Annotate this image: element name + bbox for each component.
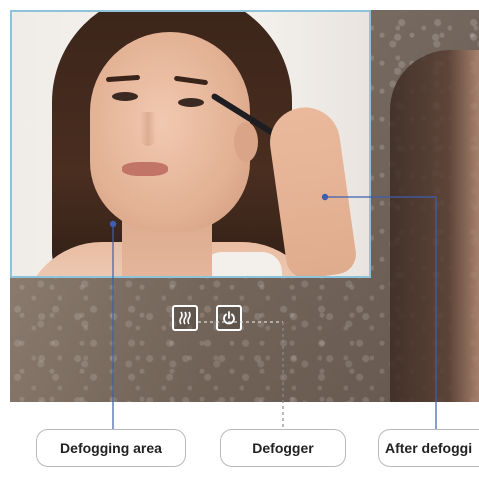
power-icon <box>223 311 235 325</box>
portrait-face <box>90 32 250 232</box>
portrait-ear <box>234 122 258 162</box>
defogging-area-region <box>10 10 371 278</box>
label-after-defogging: After defoggi <box>378 429 479 467</box>
defog-heater-icon <box>179 311 191 325</box>
portrait-lips <box>122 162 168 176</box>
portrait-eye-right <box>178 98 204 107</box>
mirror-scene <box>10 10 479 402</box>
portrait-top <box>202 252 282 276</box>
label-defogging-area: Defogging area <box>36 429 186 467</box>
portrait-eye-left <box>112 92 138 101</box>
mirror-reflection <box>390 50 479 402</box>
product-image: Defogging area Defogger After defoggi <box>0 0 479 487</box>
defog-control-button[interactable] <box>172 305 198 331</box>
label-defogger: Defogger <box>220 429 346 467</box>
power-control-button[interactable] <box>216 305 242 331</box>
portrait-nose <box>140 112 156 146</box>
